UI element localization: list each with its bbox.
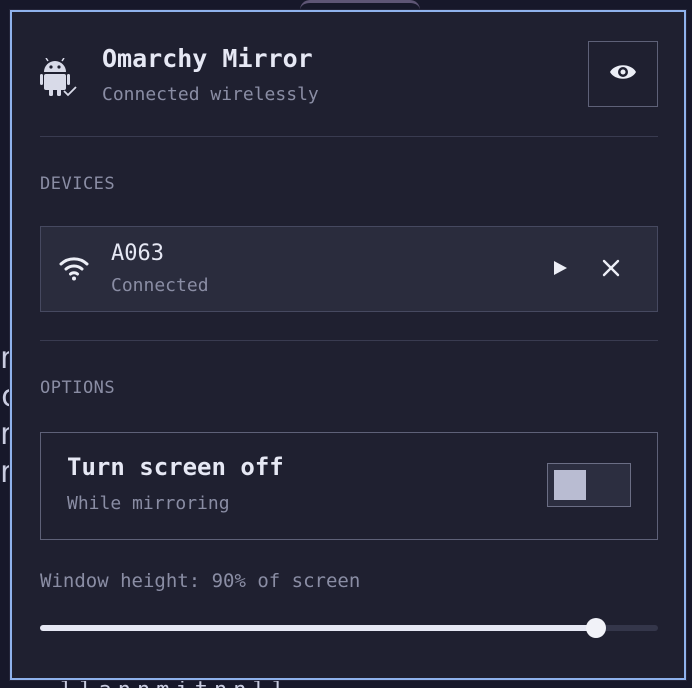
preview-button[interactable] — [588, 41, 658, 107]
window-height-slider[interactable] — [40, 618, 658, 638]
device-name: A063 — [111, 241, 164, 266]
options-section-label: OPTIONS — [40, 378, 116, 398]
start-mirroring-button[interactable] — [545, 255, 575, 285]
screen-off-subtitle: While mirroring — [67, 493, 230, 514]
device-status: Connected — [111, 275, 209, 296]
background-window-edge — [300, 0, 420, 10]
connection-subtitle: Connected wirelessly — [102, 84, 319, 105]
slider-thumb[interactable] — [586, 618, 607, 638]
wifi-icon — [59, 255, 89, 281]
eye-icon — [609, 62, 637, 86]
play-icon — [552, 260, 568, 280]
device-list-item[interactable]: A063 Connected — [40, 226, 658, 312]
slider-fill — [40, 625, 597, 631]
devices-section-label: DEVICES — [40, 174, 116, 194]
disconnect-device-button[interactable] — [596, 255, 626, 285]
devices-divider — [40, 340, 658, 341]
screen-off-option[interactable]: Turn screen off While mirroring — [40, 432, 658, 540]
header-divider — [40, 136, 658, 137]
dialog-header: Omarchy Mirror Connected wirelessly — [40, 40, 658, 110]
toggle-knob — [554, 470, 586, 500]
app-title: Omarchy Mirror — [102, 44, 313, 73]
close-icon — [602, 259, 620, 281]
mirror-dialog: Omarchy Mirror Connected wirelessly DEVI… — [10, 10, 686, 680]
screen-off-title: Turn screen off — [67, 453, 284, 481]
android-icon — [40, 57, 78, 98]
screen-off-toggle[interactable] — [547, 463, 631, 507]
window-height-label: Window height: 90% of screen — [40, 570, 361, 592]
